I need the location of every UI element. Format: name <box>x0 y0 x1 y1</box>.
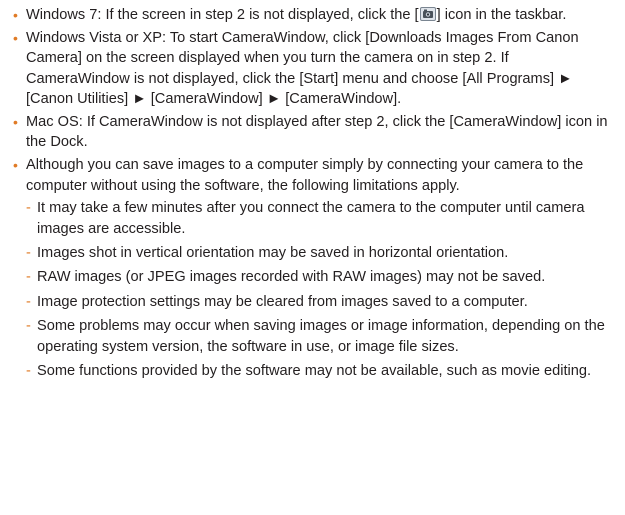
bullet-marker: • <box>13 157 18 174</box>
dash-marker: - <box>26 363 31 379</box>
sub-item-text: Images shot in vertical orientation may … <box>37 244 509 261</box>
notes-list: • Windows 7: If the screen in step 2 is … <box>10 5 615 381</box>
sub-list-item: - Images shot in vertical orientation ma… <box>26 243 615 263</box>
sub-list-item: - RAW images (or JPEG images recorded wi… <box>26 267 615 287</box>
dash-marker: - <box>26 269 31 286</box>
sub-list-item: - Some functions provided by the softwar… <box>26 361 615 381</box>
sub-list-item: - Image protection settings may be clear… <box>26 292 615 312</box>
sub-item-text: Some problems may occur when saving imag… <box>37 318 605 355</box>
limitations-text: Although you can save images to a comput… <box>26 157 584 194</box>
dash-marker: - <box>26 200 31 217</box>
dash-marker: - <box>26 244 31 261</box>
sub-item-text: RAW images (or JPEG images recorded with… <box>37 269 546 286</box>
limitations-sublist: - It may take a few minutes after you co… <box>26 198 615 381</box>
bullet-marker: • <box>13 114 18 131</box>
list-item-windows-vista-xp: • Windows Vista or XP: To start CameraWi… <box>10 28 615 110</box>
dash-marker: - <box>26 318 31 335</box>
dash-marker: - <box>26 293 31 310</box>
windows7-text-after: ] icon in the taskbar. <box>436 7 567 23</box>
bullet-marker: • <box>13 7 18 23</box>
list-item-windows7: • Windows 7: If the screen in step 2 is … <box>10 5 615 25</box>
document-page: • Windows 7: If the screen in step 2 is … <box>0 0 625 515</box>
list-item-mac-os: • Mac OS: If CameraWindow is not display… <box>10 112 615 153</box>
sub-list-item: - It may take a few minutes after you co… <box>26 198 615 239</box>
bullet-marker: • <box>13 29 18 46</box>
sub-item-text: Image protection settings may be cleared… <box>37 293 528 310</box>
sub-item-text: It may take a few minutes after you conn… <box>37 200 585 237</box>
sub-list-item: - Some problems may occur when saving im… <box>26 316 615 357</box>
list-item-limitations: • Although you can save images to a comp… <box>10 155 615 381</box>
sub-item-text: Some functions provided by the software … <box>37 363 592 379</box>
windows7-text-before: Windows 7: If the screen in step 2 is no… <box>26 7 419 23</box>
windows-vista-xp-text: Windows Vista or XP: To start CameraWind… <box>26 29 579 108</box>
mac-os-text: Mac OS: If CameraWindow is not displayed… <box>26 114 608 151</box>
camerawindow-taskbar-icon <box>419 7 436 21</box>
